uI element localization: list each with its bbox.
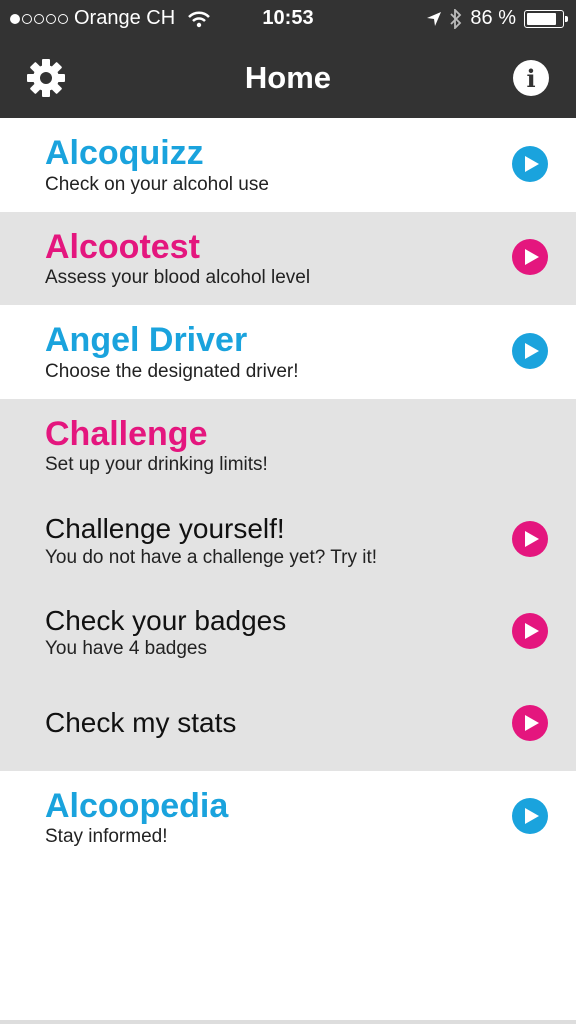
- menu-item-subtitle: Assess your blood alcohol level: [45, 267, 311, 288]
- battery-icon: [524, 9, 568, 28]
- menu-item-title: Alcootest: [45, 228, 200, 266]
- menu-item-subtitle: You have 4 badges: [45, 638, 208, 659]
- challenge-section: Challenge Set up your drinking limits! C…: [0, 399, 576, 771]
- page-title: Home: [244, 60, 332, 95]
- menu-item-title: Check my stats: [45, 707, 237, 738]
- menu-item-title: Alcoopedia: [45, 787, 229, 825]
- battery-level-fill: [527, 12, 557, 25]
- menu-item-title: Angel Driver: [45, 321, 248, 359]
- menu-item-subtitle: Check on your alcohol use: [45, 174, 269, 195]
- status-bar: Orange CH 10:53 86 %: [0, 0, 576, 40]
- bluetooth-icon: [450, 8, 462, 29]
- info-icon: i: [526, 63, 536, 93]
- location-arrow-icon: [427, 11, 442, 26]
- section-subtitle: Set up your drinking limits!: [45, 454, 268, 475]
- bottom-divider: [0, 1020, 576, 1024]
- menu-item-angel-driver[interactable]: Angel Driver Choose the designated drive…: [0, 305, 576, 399]
- menu-item-title: Check your badges: [45, 605, 287, 636]
- play-icon[interactable]: [512, 239, 548, 275]
- menu-item-check-badges[interactable]: Check your badges You have 4 badges: [0, 583, 576, 675]
- play-icon[interactable]: [512, 798, 548, 834]
- menu-item-subtitle: Stay informed!: [45, 826, 168, 847]
- play-icon[interactable]: [512, 333, 548, 369]
- battery-percent: 86 %: [470, 7, 516, 29]
- menu-item-alcoquizz[interactable]: Alcoquizz Check on your alcohol use: [0, 118, 576, 212]
- menu-item-subtitle: You do not have a challenge yet? Try it!: [45, 547, 378, 568]
- play-icon[interactable]: [512, 705, 548, 741]
- menu-item-alcootest[interactable]: Alcootest Assess your blood alcohol leve…: [0, 212, 576, 305]
- menu-item-check-stats[interactable]: Check my stats: [0, 675, 576, 771]
- menu-item-alcoopedia[interactable]: Alcoopedia Stay informed!: [0, 771, 576, 865]
- play-icon[interactable]: [512, 521, 548, 557]
- section-title: Challenge: [45, 415, 208, 453]
- status-right: 86 %: [426, 7, 568, 30]
- menu-item-title: Challenge yourself!: [45, 513, 285, 544]
- menu-item-title: Alcoquizz: [45, 134, 204, 172]
- play-icon[interactable]: [512, 146, 548, 182]
- info-button[interactable]: i: [513, 60, 549, 96]
- menu-item-subtitle: Choose the designated driver!: [45, 361, 299, 382]
- play-icon[interactable]: [512, 613, 548, 649]
- menu-item-challenge-yourself[interactable]: Challenge yourself! You do not have a ch…: [0, 491, 576, 583]
- nav-bar: Home i: [0, 40, 576, 118]
